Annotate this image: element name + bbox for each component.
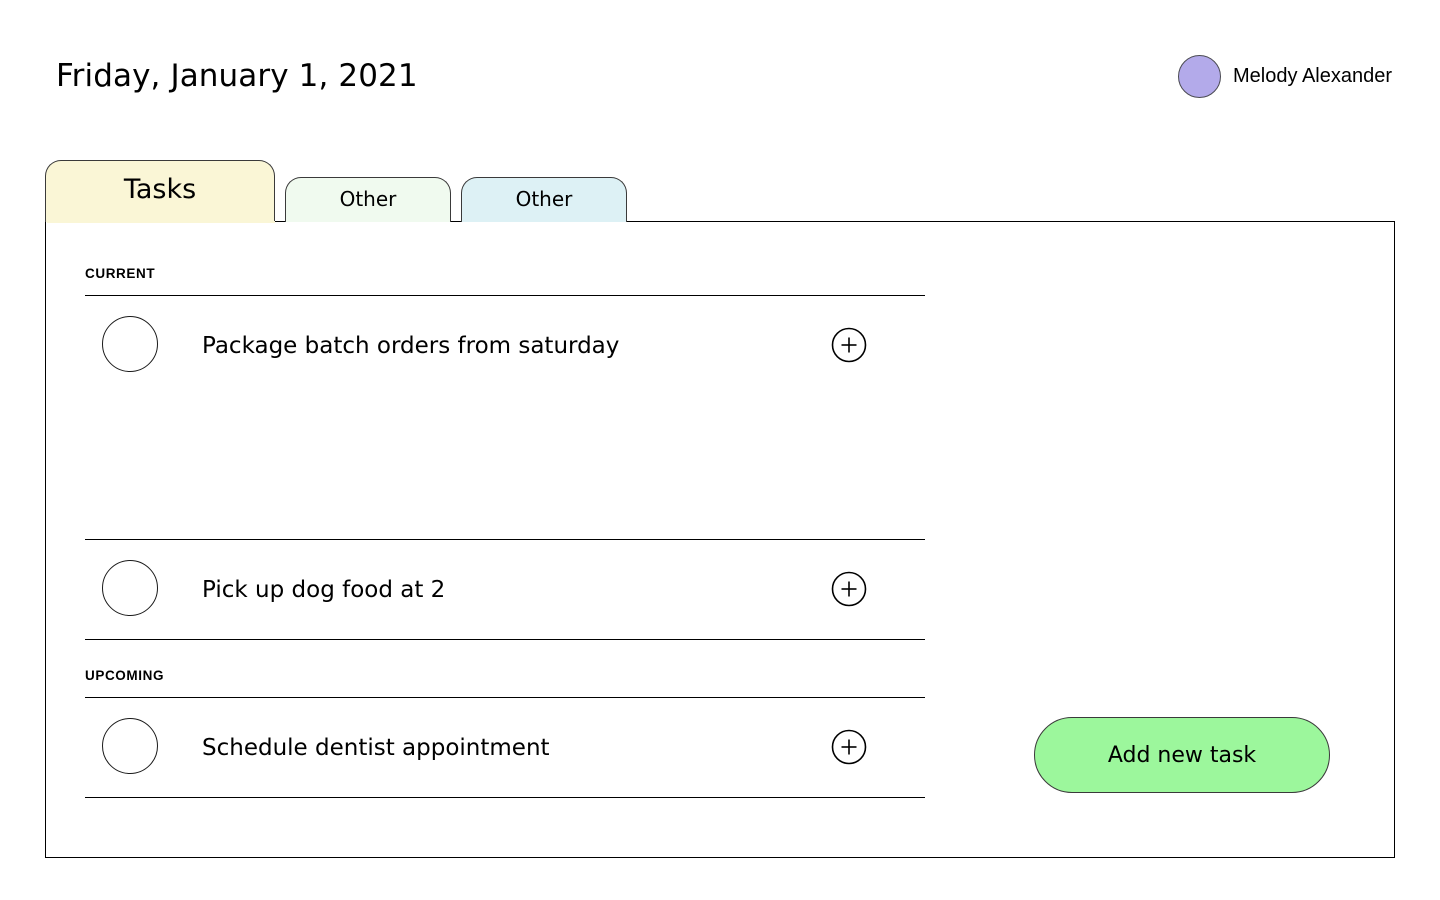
task-title: Pick up dog food at 2	[202, 577, 446, 603]
plus-circle-icon[interactable]	[831, 571, 867, 607]
divider-task-2	[85, 797, 925, 798]
task-list: CURRENT Package batch orders from saturd…	[85, 222, 925, 857]
tab-tasks-label: Tasks	[123, 173, 197, 205]
task-row[interactable]: Pick up dog food at 2	[85, 540, 885, 639]
tab-tasks[interactable]: Tasks	[45, 160, 275, 222]
user-name-label: Melody Alexander	[1233, 64, 1392, 87]
task-row[interactable]: Package batch orders from saturday	[85, 296, 885, 539]
task-title: Schedule dentist appointment	[202, 735, 550, 761]
circle-checkbox-icon[interactable]	[102, 718, 158, 774]
section-heading-upcoming: UPCOMING	[85, 668, 165, 683]
tab-other-1[interactable]: Other	[285, 177, 451, 222]
user-account-chip[interactable]: Melody Alexander	[1178, 48, 1392, 104]
tab-other-1-label: Other	[339, 186, 397, 211]
circle-checkbox-icon[interactable]	[102, 560, 158, 616]
task-row[interactable]: Schedule dentist appointment	[85, 698, 885, 797]
plus-circle-icon[interactable]	[831, 729, 867, 765]
plus-circle-icon[interactable]	[831, 327, 867, 363]
add-new-task-button[interactable]: Add new task	[1034, 717, 1330, 793]
section-heading-current: CURRENT	[85, 266, 156, 281]
task-title: Package batch orders from saturday	[202, 333, 620, 359]
app-root: Friday, January 1, 2021 Melody Alexander…	[0, 0, 1440, 900]
divider-upcoming-top	[85, 639, 925, 640]
circle-checkbox-icon[interactable]	[102, 316, 158, 372]
avatar	[1178, 54, 1222, 98]
page-title: Friday, January 1, 2021	[56, 58, 418, 94]
tab-bar: Tasks Other Other	[45, 160, 745, 222]
tab-other-2[interactable]: Other	[461, 177, 627, 222]
active-tab-seam	[47, 221, 275, 223]
tasks-panel: CURRENT Package batch orders from saturd…	[45, 221, 1395, 858]
page-header: Friday, January 1, 2021 Melody Alexander	[56, 48, 1392, 104]
tab-other-2-label: Other	[515, 186, 573, 211]
